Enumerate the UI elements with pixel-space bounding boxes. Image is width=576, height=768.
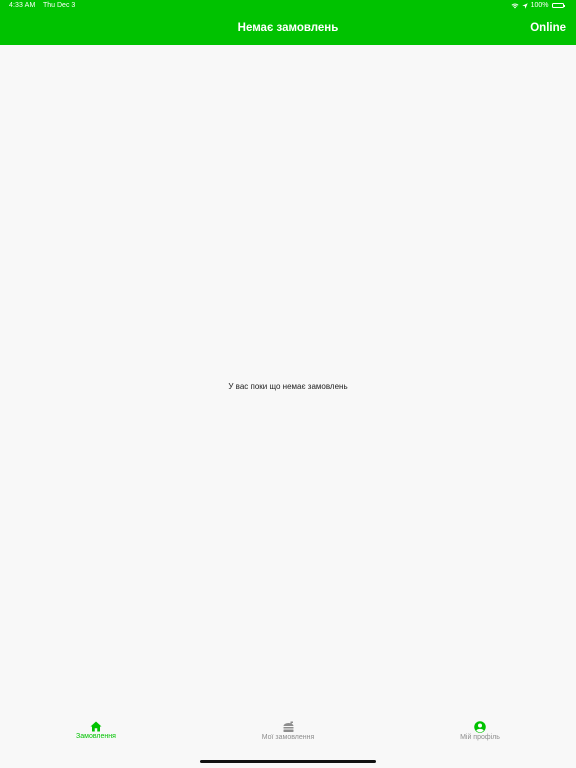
header-bar: 4:33 AM Thu Dec 3 100% Немає замовлень O… <box>0 0 576 45</box>
profile-icon <box>420 721 540 733</box>
tab-my-profile[interactable]: Мій профіль <box>420 721 540 751</box>
page-title: Немає замовлень <box>237 22 339 34</box>
location-arrow-icon <box>521 2 528 9</box>
status-date: Thu Dec 3 <box>43 2 76 9</box>
tab-orders-label: Замовлення <box>76 733 116 740</box>
app-screen: 4:33 AM Thu Dec 3 100% Немає замовлень O… <box>0 0 576 768</box>
home-icon <box>36 721 156 732</box>
tab-my-orders-label: Мої замовлення <box>261 734 315 741</box>
tab-my-profile-label: Мій профіль <box>460 734 500 741</box>
home-indicator[interactable] <box>200 760 376 763</box>
battery-percent: 100% <box>530 2 549 9</box>
tab-my-orders[interactable]: Мої замовлення <box>228 721 348 751</box>
empty-orders-message: У вас поки що немає замовлень <box>228 382 348 391</box>
online-status-toggle[interactable]: Online <box>530 22 566 34</box>
status-indicators: 100% <box>511 2 565 9</box>
battery-icon <box>551 3 565 8</box>
status-time: 4:33 AM <box>9 2 36 9</box>
tab-orders[interactable]: Замовлення <box>36 721 156 751</box>
wifi-icon <box>511 2 519 9</box>
orders-icon <box>228 721 348 733</box>
status-bar: 4:33 AM Thu Dec 3 100% <box>0 0 576 14</box>
